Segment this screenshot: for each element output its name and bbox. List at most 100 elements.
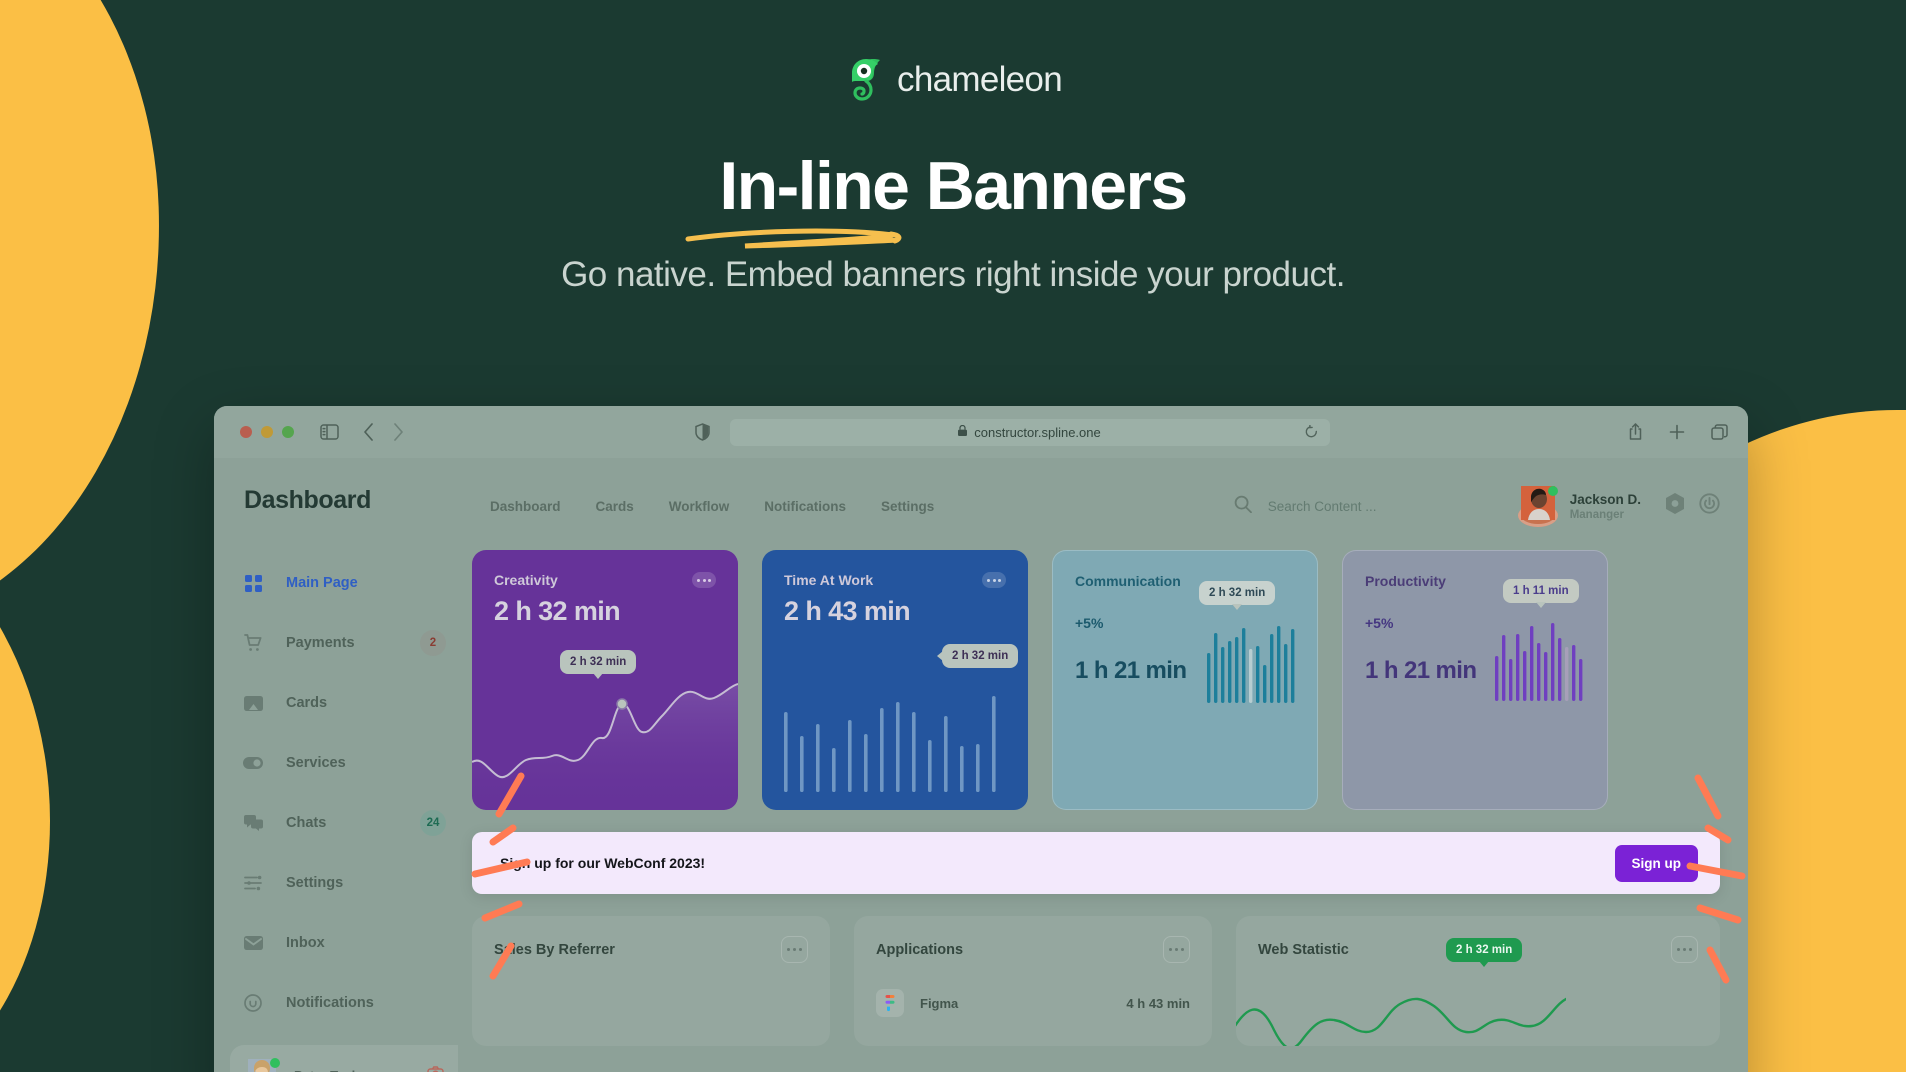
card-value: 2 h 43 min xyxy=(784,596,911,626)
sidebar-item-notifications[interactable]: Notifications xyxy=(240,983,462,1023)
bar-chart xyxy=(1495,623,1583,701)
sidebar: Dashboard Main Page Payments 2 Cards Ser… xyxy=(214,458,462,1072)
app-time: 4 h 43 min xyxy=(1126,995,1190,1011)
brand-name: chameleon xyxy=(897,60,1063,99)
tab-cards[interactable]: Cards xyxy=(596,499,634,514)
chevron-left-icon[interactable] xyxy=(363,423,374,441)
tab-workflow[interactable]: Workflow xyxy=(669,499,730,514)
list-item[interactable]: Figma 4 h 43 min xyxy=(876,989,1190,1017)
more-dots-icon[interactable] xyxy=(781,936,808,963)
close-button[interactable] xyxy=(240,426,252,438)
more-dots-icon[interactable] xyxy=(692,572,716,588)
brand-logo[interactable]: chameleon xyxy=(0,56,1906,104)
chart-tooltip: 2 h 32 min xyxy=(936,644,1019,668)
metric-card-time-at-work[interactable]: Time At Work 2 h 43 min 2 h 32 min xyxy=(762,550,1028,810)
tab-overview-icon[interactable] xyxy=(1711,424,1728,440)
sidebar-item-label: Cards xyxy=(286,695,328,711)
avatar xyxy=(246,1058,280,1072)
minimize-button[interactable] xyxy=(261,426,273,438)
sidebar-item-main-page[interactable]: Main Page xyxy=(240,563,462,603)
sidebar-item-label: Payments xyxy=(286,635,355,651)
cart-icon xyxy=(240,634,266,652)
top-navigation: Dashboard Cards Workflow Notifications S… xyxy=(490,499,934,514)
tab-settings[interactable]: Settings xyxy=(881,499,934,514)
more-dots-icon[interactable] xyxy=(982,572,1006,588)
inline-banner[interactable]: Sign up for our WebConf 2023! Sign up xyxy=(472,832,1720,894)
sidebar-item-label: Settings xyxy=(286,875,344,891)
toggle-icon xyxy=(240,757,266,769)
sidebar-item-label: Services xyxy=(286,755,346,771)
sidebar-toggle-icon[interactable] xyxy=(320,424,339,440)
app-brand-title: Dashboard xyxy=(244,486,371,514)
app-shell: Dashboard Main Page Payments 2 Cards Ser… xyxy=(214,458,1748,1072)
card-title: Communication xyxy=(1075,573,1181,589)
title-underline-decoration xyxy=(685,228,902,249)
tab-notifications[interactable]: Notifications xyxy=(764,499,846,514)
url-text: constructor.spline.one xyxy=(974,424,1101,440)
browser-toolbar: constructor.spline.one xyxy=(214,406,1748,458)
sidebar-item-settings[interactable]: Settings xyxy=(240,863,462,903)
camera-icon[interactable] xyxy=(427,1065,444,1072)
sidebar-item-services[interactable]: Services xyxy=(240,743,462,783)
notification-icon xyxy=(240,994,266,1012)
badge-payments: 2 xyxy=(420,630,446,656)
sidebar-item-chats[interactable]: Chats 24 xyxy=(240,803,462,843)
bar-chart xyxy=(1207,626,1295,703)
shield-icon[interactable] xyxy=(694,423,710,441)
more-dots-icon[interactable] xyxy=(1163,936,1190,963)
topbar: Dashboard Cards Workflow Notifications S… xyxy=(472,484,1720,528)
search-input[interactable]: Search Content ... xyxy=(1268,499,1498,514)
reload-icon[interactable] xyxy=(1305,425,1318,439)
badge-chats: 24 xyxy=(420,810,446,836)
figma-icon xyxy=(876,989,904,1017)
chart-tooltip: 2 h 32 min xyxy=(1199,581,1276,610)
chart-tooltip: 1 h 11 min xyxy=(1503,579,1579,608)
list-item[interactable]: Peter Taylor xyxy=(246,1058,444,1072)
plus-icon[interactable] xyxy=(1669,424,1685,440)
status-dot-online xyxy=(1547,486,1558,496)
chameleon-logo-icon xyxy=(844,56,886,104)
chat-icon xyxy=(240,815,266,831)
user-avatar-image xyxy=(1517,486,1558,527)
window-controls[interactable] xyxy=(240,426,294,438)
metric-card-communication[interactable]: Communication +5% 1 h 21 min 2 h 32 min xyxy=(1052,550,1318,810)
sidebar-item-label: Main Page xyxy=(286,575,358,591)
sidebar-item-payments[interactable]: Payments 2 xyxy=(240,623,462,663)
metric-card-creativity[interactable]: Creativity 2 h 32 min 2 h 32 min xyxy=(472,550,738,810)
page-title: In-line Banners xyxy=(719,148,1188,224)
share-icon[interactable] xyxy=(1628,423,1643,441)
sign-up-button[interactable]: Sign up xyxy=(1614,844,1698,882)
user-menu[interactable]: Jackson D. Mananger xyxy=(1517,486,1641,527)
card-title: Time At Work xyxy=(784,572,874,588)
card-value: 2 h 32 min xyxy=(494,596,621,626)
status-dot-online xyxy=(270,1058,280,1068)
chevron-right-icon[interactable] xyxy=(393,423,404,441)
search-area[interactable]: Search Content ... xyxy=(1234,495,1498,518)
banner-text: Sign up for our WebConf 2023! xyxy=(500,855,706,871)
app-name: Figma xyxy=(920,995,959,1011)
person-name: Peter Taylor xyxy=(294,1068,368,1072)
chart-tooltip: 2 h 32 min xyxy=(1446,938,1523,967)
search-icon[interactable] xyxy=(1234,495,1252,518)
metric-cards-row: Creativity 2 h 32 min 2 h 32 min Time At… xyxy=(472,550,1720,810)
card-title: Creativity xyxy=(494,572,558,588)
sidebar-nav: Main Page Payments 2 Cards Services Chat… xyxy=(240,563,462,1023)
settings-gear-icon[interactable] xyxy=(1665,493,1685,519)
maximize-button[interactable] xyxy=(282,426,294,438)
avatar[interactable] xyxy=(1517,486,1558,527)
widget-applications[interactable]: Applications Figma 4 h 43 min xyxy=(854,916,1212,1046)
sidebar-item-inbox[interactable]: Inbox xyxy=(240,923,462,963)
metric-card-productivity[interactable]: Productivity +5% 1 h 21 min 1 h 11 min xyxy=(1342,550,1608,810)
tab-dashboard[interactable]: Dashboard xyxy=(490,499,561,514)
sidebar-item-cards[interactable]: Cards xyxy=(240,683,462,723)
widget-title: Applications xyxy=(876,941,964,958)
power-icon[interactable] xyxy=(1699,493,1720,519)
hero-section: chameleon In-line Banners Go native. Emb… xyxy=(0,0,1906,295)
url-bar[interactable]: constructor.spline.one xyxy=(729,418,1330,446)
sliders-icon xyxy=(240,875,266,891)
widget-sales-by-referrer[interactable]: Sales By Referrer xyxy=(472,916,830,1046)
widget-web-statistic[interactable]: Web Statistic 2 h 32 min xyxy=(1236,916,1720,1046)
user-name: Jackson D. xyxy=(1569,491,1641,507)
more-dots-icon[interactable] xyxy=(1671,936,1698,963)
widget-title: Sales By Referrer xyxy=(494,941,615,958)
